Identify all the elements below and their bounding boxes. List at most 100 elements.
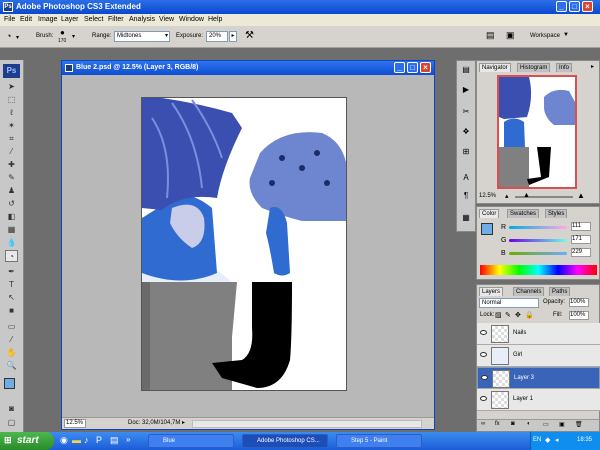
workspace-arrow-icon[interactable]: ▼ [563, 32, 569, 38]
range-select[interactable]: Midtones ▾ [114, 31, 170, 42]
zoom-slider-thumb-icon[interactable]: ▲ [523, 192, 530, 199]
visibility-eye-icon[interactable] [480, 396, 487, 401]
layer-row-nails[interactable]: Nails [477, 323, 600, 345]
canvas[interactable] [141, 97, 347, 391]
magic-wand-icon[interactable]: ✶ [5, 120, 18, 132]
healing-brush-icon[interactable]: ✚ [5, 159, 18, 171]
zoom-out-icon[interactable]: ▴ [505, 192, 509, 200]
g-slider[interactable] [509, 239, 567, 242]
color-foreground-swatch[interactable] [481, 223, 493, 235]
maximize-button[interactable]: □ [569, 1, 580, 12]
new-group-icon[interactable]: ▭ [543, 421, 549, 428]
quicklaunch-media-icon[interactable]: ♪ [84, 435, 89, 445]
quicklaunch-desktop-icon[interactable]: ▤ [110, 435, 119, 446]
language-indicator[interactable]: EN [533, 437, 541, 443]
file-browser-icon[interactable]: ▤ [486, 30, 495, 41]
foreground-color-swatch[interactable] [4, 378, 15, 389]
character-panel-icon[interactable]: A [460, 173, 472, 185]
taskbar-item-blue[interactable]: Blue [148, 434, 234, 448]
navigator-zoom[interactable]: 12.5% [479, 193, 496, 199]
tab-channels[interactable]: Channels [513, 287, 545, 296]
new-layer-icon[interactable]: ▣ [559, 421, 565, 428]
tab-histogram[interactable]: Histogram [517, 63, 551, 72]
opacity-input[interactable]: 100% [569, 298, 589, 307]
paragraph-panel-icon[interactable]: ¶ [460, 191, 472, 203]
taskbar-item-photoshop[interactable]: Adobe Photoshop CS... [242, 434, 328, 448]
gradient-tool-icon[interactable]: ▦ [5, 224, 18, 236]
brush-tool-icon[interactable]: ✎ [5, 172, 18, 184]
visibility-eye-icon[interactable] [481, 375, 488, 380]
zoom-tool-icon[interactable]: 🔍 [5, 360, 18, 372]
menu-file[interactable]: File [4, 16, 15, 23]
hand-tool-icon[interactable]: ✋ [5, 347, 18, 359]
lock-transparency-icon[interactable]: ▨ [495, 311, 502, 319]
adjustment-layer-icon[interactable]: ◐ [527, 421, 531, 427]
r-slider[interactable] [509, 226, 567, 229]
photoshop-app-icon[interactable]: Ps [3, 2, 13, 12]
tab-styles[interactable]: Styles [545, 209, 568, 218]
zoom-in-icon[interactable]: ▲ [577, 191, 585, 200]
lock-all-icon[interactable]: 🔒 [525, 311, 534, 319]
visibility-eye-icon[interactable] [480, 352, 487, 357]
palette-well-icon[interactable]: ▣ [506, 30, 515, 41]
brush-preview-icon[interactable]: ● [60, 28, 65, 37]
layer-row-layer-1[interactable]: Layer 1 [477, 389, 600, 411]
layer-row-layer-3[interactable]: Layer 3 [477, 367, 600, 389]
lasso-tool-icon[interactable]: ℓ [5, 107, 18, 119]
dodge-tool-icon[interactable]: ◔ [5, 250, 18, 262]
menu-layer[interactable]: Layer [61, 16, 79, 23]
history-panel-icon[interactable]: ▤ [460, 65, 472, 77]
eraser-icon[interactable]: ◧ [5, 211, 18, 223]
tray-network-icon[interactable]: ◆ [545, 436, 550, 444]
tool-preset-arrow-icon[interactable]: ▾ [16, 34, 19, 41]
taskbar-item-paint[interactable]: Step 5 - Paint [336, 434, 422, 448]
dodge-tool-icon[interactable]: ◔ [6, 31, 11, 41]
actions-panel-icon[interactable]: ▶ [460, 85, 472, 97]
tab-paths[interactable]: Paths [549, 287, 571, 296]
tool-presets-icon[interactable]: ✂ [460, 107, 472, 119]
history-brush-icon[interactable]: ↺ [5, 198, 18, 210]
clone-stamp-icon[interactable]: ♟ [5, 185, 18, 197]
blend-mode-select[interactable]: Normal [479, 298, 539, 308]
notes-tool-icon[interactable]: ▭ [5, 321, 18, 333]
navigator-preview[interactable] [497, 75, 577, 189]
tray-volume-icon[interactable]: ◂ [555, 436, 559, 444]
zoom-field[interactable]: 12.5% [64, 419, 86, 428]
tab-info[interactable]: Info [556, 63, 573, 72]
eyedropper-sample-icon[interactable]: ⁄ [5, 334, 18, 346]
r-value[interactable]: 111 [571, 222, 591, 231]
shape-tool-icon[interactable]: ■ [5, 305, 18, 317]
exposure-input[interactable]: 20% [206, 31, 228, 42]
quick-mask-icon[interactable]: ◙ [5, 403, 18, 415]
menu-select[interactable]: Select [84, 16, 103, 23]
start-button[interactable]: ⊞ start [0, 432, 54, 450]
color-spectrum-ramp[interactable] [480, 265, 597, 275]
path-selection-icon[interactable]: ↖ [5, 292, 18, 304]
eyedropper-icon[interactable]: ⁄ [5, 146, 18, 158]
quicklaunch-ps-icon[interactable]: P [96, 435, 102, 445]
type-tool-icon[interactable]: T [5, 279, 18, 291]
lock-position-icon[interactable]: ✥ [515, 311, 521, 319]
menu-view[interactable]: View [159, 16, 174, 23]
tab-layers[interactable]: Layers [479, 287, 504, 296]
layer-mask-icon[interactable]: ◙ [511, 421, 515, 427]
link-layers-icon[interactable]: ∞ [481, 421, 485, 427]
doc-maximize-button[interactable]: □ [407, 62, 418, 73]
screen-mode-icon[interactable]: ▢ [5, 417, 18, 429]
layer-comps-icon[interactable]: ▦ [460, 213, 472, 225]
marquee-tool-icon[interactable]: ⬚ [5, 94, 18, 106]
quicklaunch-browser-icon[interactable]: ◉ [60, 435, 68, 446]
status-menu-arrow-icon[interactable]: ▸ [182, 419, 185, 426]
horizontal-scrollbar[interactable] [192, 420, 422, 428]
fill-input[interactable]: 100% [569, 311, 589, 320]
visibility-eye-icon[interactable] [480, 330, 487, 335]
pen-tool-icon[interactable]: ✒ [5, 266, 18, 278]
exposure-slider-arrow-icon[interactable]: ▸ [229, 31, 237, 42]
menu-analysis[interactable]: Analysis [129, 16, 155, 23]
document-title-bar[interactable]: Blue 2.psd @ 12.5% (Layer 3, RGB/8) _ □ … [62, 61, 434, 75]
doc-minimize-button[interactable]: _ [394, 62, 405, 73]
airbrush-icon[interactable]: ⚒ [245, 30, 254, 41]
quicklaunch-more-icon[interactable]: » [126, 435, 130, 444]
b-slider[interactable] [509, 252, 567, 255]
doc-close-button[interactable]: × [420, 62, 431, 73]
